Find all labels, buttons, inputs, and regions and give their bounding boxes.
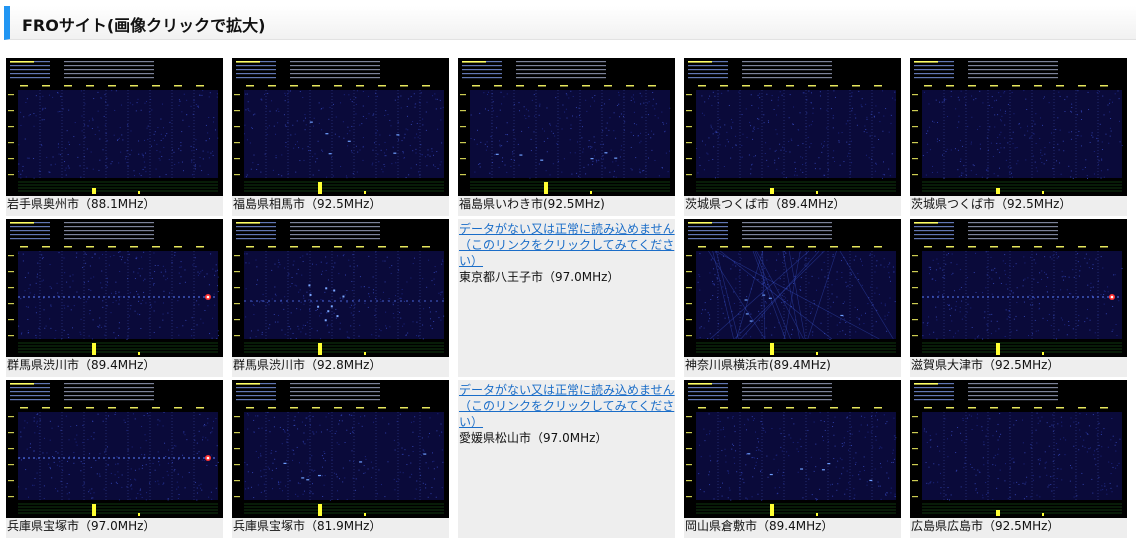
station-caption: 岩手県奥州市（88.1MHz） <box>7 197 156 211</box>
spectrogram-thumbnail[interactable] <box>232 58 449 196</box>
spectrogram-thumbnail[interactable] <box>6 219 223 357</box>
station-caption: 兵庫県宝塚市（97.0MHz） <box>7 519 156 533</box>
spectrogram-thumbnail[interactable] <box>910 219 1127 357</box>
spectrogram-thumbnail[interactable] <box>684 219 901 357</box>
page-header: FROサイト(画像クリックで拡大) <box>4 6 1136 40</box>
station-caption: 群馬県渋川市（89.4MHz） <box>7 358 156 372</box>
spectrogram-thumbnail[interactable] <box>684 58 901 196</box>
spectrogram-thumbnail[interactable] <box>232 380 449 518</box>
station-caption: 広島県広島市（92.5MHz） <box>911 519 1060 533</box>
station-caption: 群馬県渋川市（92.8MHz） <box>233 358 382 372</box>
missing-data-link[interactable]: データがない又は正常に読み込めません（このリンクをクリックしてみてください） <box>458 219 675 269</box>
station-cell: 岡山県倉敷市（89.4MHz） <box>684 380 901 538</box>
station-cell: 岩手県奥州市（88.1MHz） <box>6 58 223 216</box>
station-caption: 岡山県倉敷市（89.4MHz） <box>685 519 834 533</box>
station-grid: 岩手県奥州市（88.1MHz） 福島県相馬市（92.5MHz） 福島県いわき市(92… <box>6 58 1127 538</box>
station-caption: 東京都八王子市（97.0MHz） <box>459 270 620 284</box>
station-cell: 神奈川県横浜市(89.4MHz) <box>684 219 901 377</box>
station-cell: 福島県いわき市(92.5MHz) <box>458 58 675 216</box>
station-cell: 福島県相馬市（92.5MHz） <box>232 58 449 216</box>
spectrogram-thumbnail[interactable] <box>6 380 223 518</box>
station-cell: 群馬県渋川市（92.8MHz） <box>232 219 449 377</box>
spectrogram-thumbnail[interactable] <box>6 58 223 196</box>
spectrogram-thumbnail[interactable] <box>458 58 675 196</box>
spectrogram-thumbnail[interactable] <box>684 380 901 518</box>
station-cell: 兵庫県宝塚市（97.0MHz） <box>6 380 223 538</box>
station-caption: 茨城県つくば市（92.5MHz） <box>911 197 1072 211</box>
station-cell: 茨城県つくば市（92.5MHz） <box>910 58 1127 216</box>
page-title: FROサイト(画像クリックで拡大) <box>22 16 266 35</box>
station-cell: 茨城県つくば市（89.4MHz） <box>684 58 901 216</box>
station-caption: 福島県相馬市（92.5MHz） <box>233 197 382 211</box>
station-cell: 群馬県渋川市（89.4MHz） <box>6 219 223 377</box>
station-caption: 神奈川県横浜市(89.4MHz) <box>685 358 831 372</box>
station-cell: 兵庫県宝塚市（81.9MHz） <box>232 380 449 538</box>
spectrogram-thumbnail[interactable] <box>232 219 449 357</box>
spectrogram-thumbnail[interactable] <box>910 380 1127 518</box>
station-caption: 福島県いわき市(92.5MHz) <box>459 197 605 211</box>
station-caption: 茨城県つくば市（89.4MHz） <box>685 197 846 211</box>
station-caption: 兵庫県宝塚市（81.9MHz） <box>233 519 382 533</box>
spectrogram-thumbnail[interactable] <box>910 58 1127 196</box>
station-cell: 広島県広島市（92.5MHz） <box>910 380 1127 538</box>
station-caption: 愛媛県松山市（97.0MHz） <box>459 431 608 445</box>
station-cell: データがない又は正常に読み込めません（このリンクをクリックしてみてください） 東京… <box>458 219 675 377</box>
missing-data-link[interactable]: データがない又は正常に読み込めません（このリンクをクリックしてみてください） <box>458 380 675 430</box>
station-caption: 滋賀県大津市（92.5MHz） <box>911 358 1060 372</box>
station-cell: 滋賀県大津市（92.5MHz） <box>910 219 1127 377</box>
station-cell: データがない又は正常に読み込めません（このリンクをクリックしてみてください） 愛媛… <box>458 380 675 538</box>
